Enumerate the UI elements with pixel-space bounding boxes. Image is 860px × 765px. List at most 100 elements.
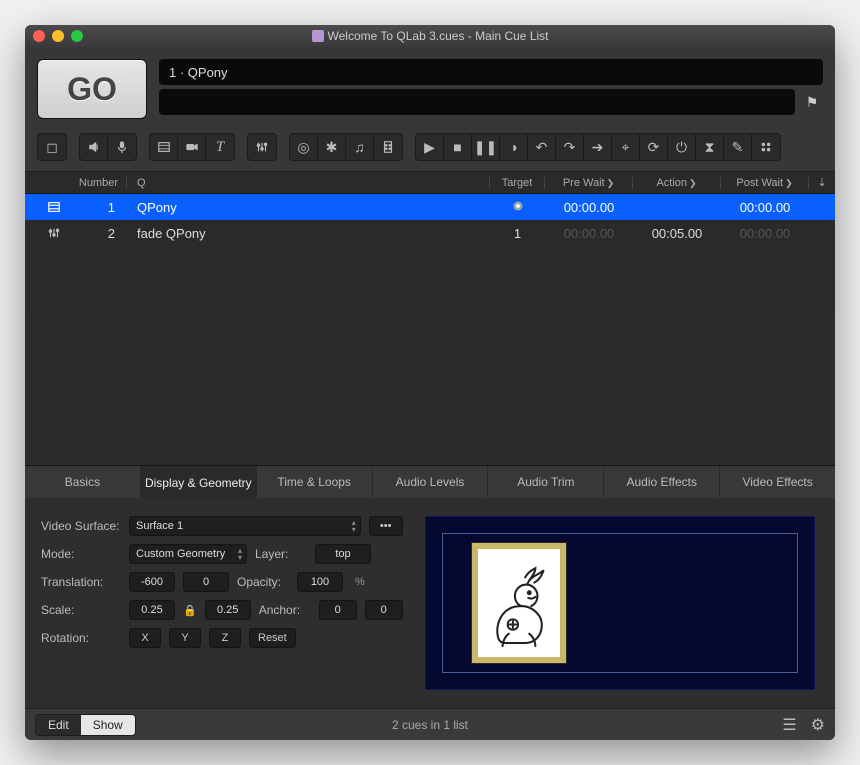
opacity-field[interactable]: 100: [297, 572, 343, 592]
mode-select[interactable]: Custom Geometry▴▾: [129, 544, 247, 564]
cue-list-empty-area[interactable]: [25, 314, 835, 465]
col-flag[interactable]: ⇣: [809, 176, 835, 189]
translation-x-field[interactable]: -600: [129, 572, 175, 592]
playhead-icon: [25, 200, 41, 214]
doc-icon: [312, 30, 324, 42]
target-tool-icon[interactable]: ⌖: [612, 134, 640, 160]
toolbar: ◻ T ◎ ✱ ♫ ▶ ■ ❚❚ ◑ ↶ ↷ ➔ ⌖ ⟳ ⏻ ⧗: [25, 127, 835, 172]
footer-status: 2 cues in 1 list: [25, 718, 835, 732]
network-cue-icon[interactable]: ✱: [318, 134, 346, 160]
scale-x-field[interactable]: 0.25: [129, 600, 175, 620]
zoom-icon[interactable]: [71, 30, 83, 42]
scale-y-field[interactable]: 0.25: [205, 600, 251, 620]
cue-row[interactable]: 1 QPony 00:00.00 00:00.00: [25, 194, 835, 220]
tab-time-loops[interactable]: Time & Loops: [257, 466, 373, 498]
cue-postwait: 00:00.00: [721, 226, 809, 241]
notes-icon[interactable]: ✎: [724, 134, 752, 160]
col-target[interactable]: Target: [490, 177, 545, 189]
cue-target: [490, 200, 545, 215]
anchor-y-field[interactable]: 0: [365, 600, 403, 620]
wait-icon[interactable]: ⧗: [696, 134, 724, 160]
preview-content[interactable]: [472, 543, 566, 663]
midi-cue-icon[interactable]: ♫: [346, 134, 374, 160]
col-postwait[interactable]: Post Wait❯: [721, 177, 809, 189]
camera-cue-icon[interactable]: [178, 134, 206, 160]
speaker-icon[interactable]: [80, 134, 108, 160]
standby-cue-label: 1 · QPony: [159, 59, 823, 85]
label-rotation: Rotation:: [41, 631, 121, 645]
pause-icon[interactable]: ❚❚: [472, 134, 500, 160]
layer-field[interactable]: top: [315, 544, 371, 564]
load-icon[interactable]: ◑: [500, 134, 528, 160]
stop-cue-icon[interactable]: ◻: [38, 134, 66, 160]
minimize-icon[interactable]: [52, 30, 64, 42]
tab-audio-effects[interactable]: Audio Effects: [604, 466, 720, 498]
cue-name: fade QPony: [127, 226, 490, 241]
cue-number: 1: [67, 200, 127, 215]
window-controls: [33, 30, 83, 42]
cue-postwait: 00:00.00: [721, 200, 809, 215]
cue-target: 1: [490, 226, 545, 241]
reset-button[interactable]: Reset: [249, 628, 296, 648]
text-cue-icon[interactable]: T: [206, 134, 234, 160]
osc-cue-icon[interactable]: ◎: [290, 134, 318, 160]
rotation-z-button[interactable]: Z: [209, 628, 241, 648]
settings-gear-icon[interactable]: ⚙: [811, 715, 825, 735]
titlebar: Welcome To QLab 3.cues - Main Cue List: [25, 25, 835, 47]
show-mode-button[interactable]: Show: [81, 715, 135, 735]
tab-basics[interactable]: Basics: [25, 466, 141, 498]
cue-row[interactable]: 2 fade QPony 1 00:00.00 00:05.00 00:00.0…: [25, 220, 835, 246]
rotation-x-button[interactable]: X: [129, 628, 161, 648]
label-translation: Translation:: [41, 575, 121, 589]
video-preview[interactable]: [425, 516, 815, 690]
inspector-tabs: Basics Display & Geometry Time & Loops A…: [25, 466, 835, 498]
col-action[interactable]: Action❯: [633, 177, 721, 189]
app-window: Welcome To QLab 3.cues - Main Cue List G…: [25, 25, 835, 740]
edit-mode-button[interactable]: Edit: [36, 715, 81, 735]
video-cue-icon[interactable]: [150, 134, 178, 160]
tab-audio-trim[interactable]: Audio Trim: [488, 466, 604, 498]
reset-back-icon[interactable]: ↶: [528, 134, 556, 160]
label-scale: Scale:: [41, 603, 121, 617]
video-surface-select[interactable]: Surface 1▴▾: [129, 516, 361, 536]
standby-notes[interactable]: [159, 89, 795, 115]
fade-cue-type-icon: [41, 226, 67, 240]
flag-icon[interactable]: ⚑: [801, 89, 823, 115]
label-layer: Layer:: [255, 547, 307, 561]
anchor-x-field[interactable]: 0: [319, 600, 357, 620]
goto-icon[interactable]: ➔: [584, 134, 612, 160]
tab-audio-levels[interactable]: Audio Levels: [373, 466, 489, 498]
cue-name: QPony: [127, 200, 490, 215]
list-view-icon[interactable]: ☰: [782, 715, 796, 735]
lock-aspect-icon[interactable]: 🔒: [183, 604, 197, 617]
tab-display-geometry[interactable]: Display & Geometry: [141, 466, 257, 498]
reset-fwd-icon[interactable]: ↷: [556, 134, 584, 160]
fade-cue-icon[interactable]: [248, 134, 276, 160]
power-icon[interactable]: ⏻: [668, 134, 696, 160]
midi-file-cue-icon[interactable]: [374, 134, 402, 160]
translation-y-field[interactable]: 0: [183, 572, 229, 592]
close-icon[interactable]: [33, 30, 45, 42]
video-cue-type-icon: [41, 200, 67, 214]
group-icon[interactable]: [752, 134, 780, 160]
cue-list[interactable]: 1 QPony 00:00.00 00:00.00 2 fade QPony 1…: [25, 194, 835, 314]
top-area: GO 1 · QPony ⚑: [25, 47, 835, 127]
cue-prewait: 00:00.00: [545, 200, 633, 215]
standby-panel: 1 · QPony ⚑: [159, 59, 823, 119]
stop-icon[interactable]: ■: [444, 134, 472, 160]
label-mode: Mode:: [41, 547, 121, 561]
mode-toggle: Edit Show: [35, 714, 136, 736]
col-number[interactable]: Number: [67, 177, 127, 189]
rotation-y-button[interactable]: Y: [169, 628, 201, 648]
play-icon[interactable]: ▶: [416, 134, 444, 160]
go-button[interactable]: GO: [37, 59, 147, 119]
surface-options-button[interactable]: •••: [369, 516, 403, 536]
mic-icon[interactable]: [108, 134, 136, 160]
cue-number: 2: [67, 226, 127, 241]
label-opacity: Opacity:: [237, 575, 289, 589]
arm-icon[interactable]: ⟳: [640, 134, 668, 160]
footer: Edit Show 2 cues in 1 list ☰ ⚙: [25, 708, 835, 740]
tab-video-effects[interactable]: Video Effects: [720, 466, 835, 498]
col-q[interactable]: Q: [127, 177, 490, 189]
col-prewait[interactable]: Pre Wait❯: [545, 177, 633, 189]
